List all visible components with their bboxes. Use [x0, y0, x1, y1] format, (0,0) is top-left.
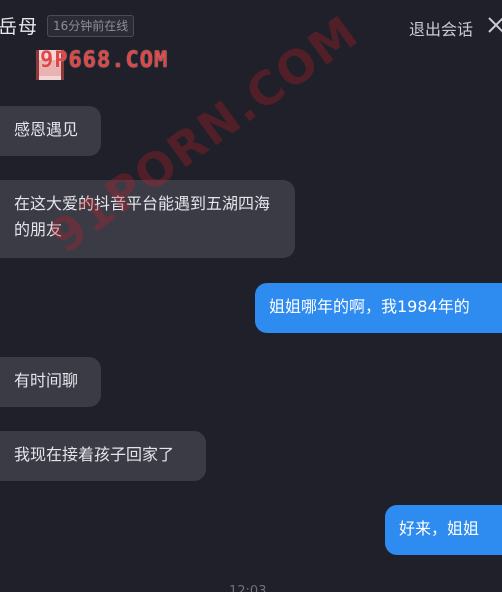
chat-header: 岳母 16分钟前在线 退出会话 [0, 0, 502, 54]
close-icon[interactable] [486, 16, 502, 34]
message-bubble-incoming[interactable]: 我现在接着孩子回家了 [0, 431, 206, 481]
message-bubble-outgoing[interactable]: 姐姐哪年的啊，我1984年的 [255, 283, 502, 333]
message-bubble-incoming[interactable]: 感恩遇见 [0, 106, 101, 156]
message-timestamp: 12:03 [229, 584, 267, 592]
message-bubble-incoming[interactable]: 有时间聊 [0, 357, 101, 407]
online-status-badge: 16分钟前在线 [47, 15, 135, 37]
contact-name: 岳母 [0, 16, 39, 38]
watermark-top: 9P668.COM [40, 48, 169, 73]
exit-chat-button[interactable]: 退出会话 [409, 16, 473, 40]
message-bubble-outgoing[interactable]: 好来，姐姐 [385, 505, 502, 555]
chat-screen: 岳母 16分钟前在线 退出会话 9P668.COM 感恩遇见 在这大爱的抖音平台… [0, 0, 502, 592]
